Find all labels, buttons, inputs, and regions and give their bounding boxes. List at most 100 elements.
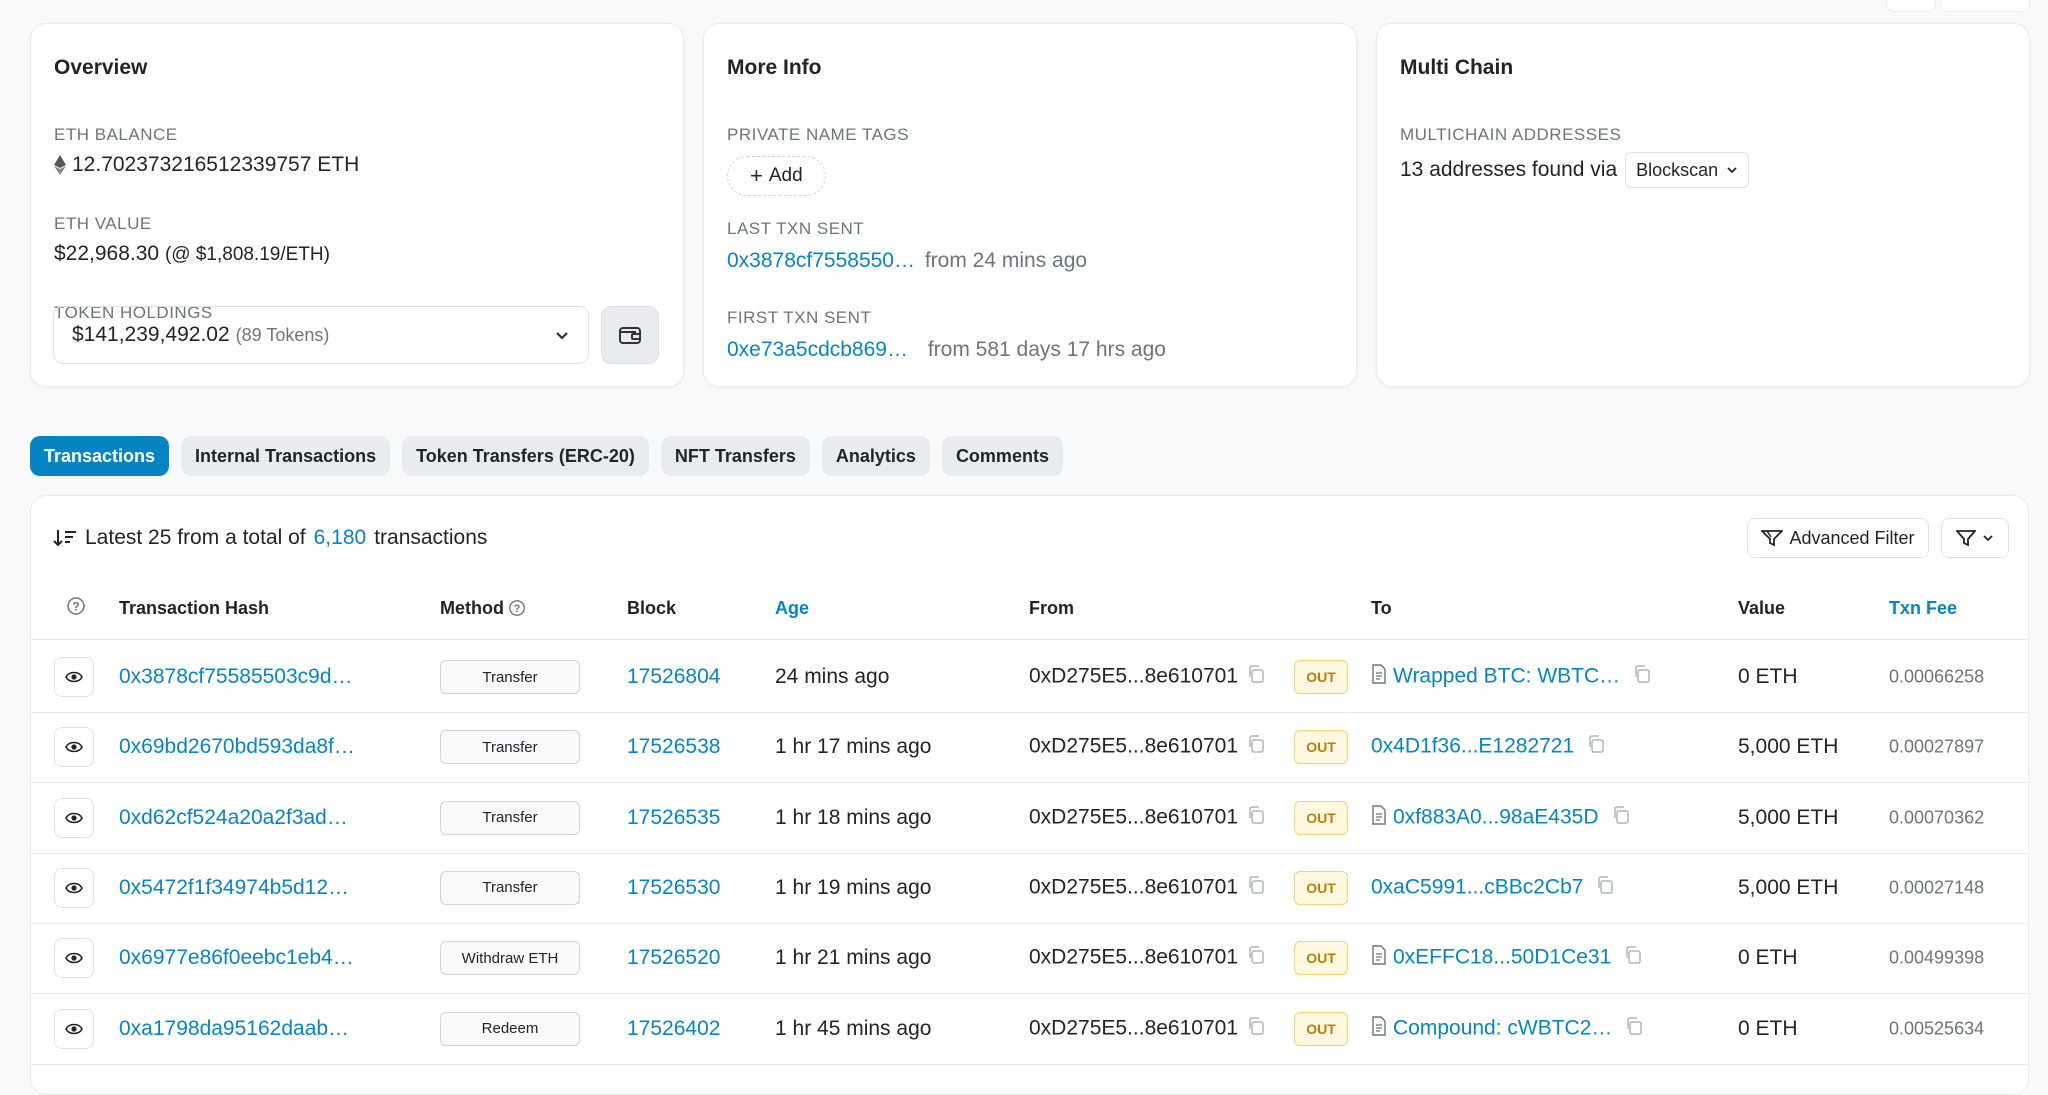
row-age: 24 mins ago: [775, 665, 890, 688]
row-txn-hash-link[interactable]: 0x3878cf75585503c9d…: [119, 665, 353, 689]
copy-icon[interactable]: [1246, 875, 1266, 901]
last-txn-label: LAST TXN SENT: [727, 219, 865, 238]
copy-icon[interactable]: [1632, 664, 1652, 690]
row-to-address-link[interactable]: 0xaC5991...cBBc2Cb7: [1371, 875, 1583, 898]
tab-transactions[interactable]: Transactions: [30, 436, 170, 476]
first-txn-row: 0xe73a5cdcb869… from 581 days 17 hrs ago: [727, 338, 1166, 362]
info-icon[interactable]: ?: [508, 599, 526, 617]
last-txn-hash-link[interactable]: 0x3878cf7558550…: [727, 249, 915, 272]
row-eye-button[interactable]: [54, 938, 94, 979]
tab-bar: Transactions Internal Transactions Token…: [30, 436, 1063, 476]
row-from-address[interactable]: 0xD275E5...8e610701: [1029, 875, 1238, 898]
row-block-link[interactable]: 17526530: [627, 876, 720, 900]
row-method-label: Redeem: [440, 1011, 580, 1046]
row-block-link[interactable]: 17526402: [627, 1017, 720, 1041]
token-holdings-value: $141,239,492.02: [72, 323, 230, 346]
advanced-filter-button[interactable]: Advanced Filter: [1747, 518, 1929, 558]
tab-token-transfers[interactable]: Token Transfers (ERC-20): [402, 436, 649, 476]
blockscan-dropdown[interactable]: Blockscan: [1625, 152, 1750, 188]
row-block-link[interactable]: 17526535: [627, 806, 720, 830]
tab-analytics[interactable]: Analytics: [821, 436, 930, 476]
top-icon-button[interactable]: [1886, 0, 1936, 12]
row-block-link[interactable]: 17526804: [627, 665, 720, 689]
col-block: Block: [627, 598, 677, 618]
row-to: 0x4D1f36...E1282721: [1371, 734, 1606, 760]
tab-nft-transfers[interactable]: NFT Transfers: [660, 436, 810, 476]
row-method-label: Transfer: [440, 730, 580, 765]
row-from-address[interactable]: 0xD275E5...8e610701: [1029, 946, 1238, 969]
row-method-badge: Transfer: [440, 730, 580, 765]
copy-icon[interactable]: [1624, 1016, 1644, 1042]
copy-icon[interactable]: [1246, 664, 1266, 690]
help-icon[interactable]: ?: [66, 596, 86, 622]
row-eye-button[interactable]: [54, 1008, 94, 1049]
row-method-label: Withdraw ETH: [440, 941, 580, 976]
row-eye-button[interactable]: [54, 797, 94, 838]
multichain-addresses-label: MULTICHAIN ADDRESSES: [1400, 125, 1622, 144]
row-txn-fee: 0.00525634: [1889, 1018, 1985, 1038]
summary-total-link[interactable]: 6,180: [314, 526, 367, 550]
row-to-address-link[interactable]: 0x4D1f36...E1282721: [1371, 735, 1574, 758]
top-menu-button[interactable]: [1940, 0, 2030, 12]
multichain-addresses-text: 13 addresses found via: [1400, 158, 1618, 181]
multichain-row: 13 addresses found via Blockscan: [1400, 152, 1750, 188]
row-to-address-link[interactable]: Compound: cWBTC2…: [1393, 1016, 1612, 1039]
row-txn-hash-link[interactable]: 0x6977e86f0eebc1eb4…: [119, 946, 354, 970]
copy-icon[interactable]: [1595, 875, 1615, 901]
row-txn-hash-link[interactable]: 0xd62cf524a20a2f3ad…: [119, 806, 348, 830]
row-from-address[interactable]: 0xD275E5...8e610701: [1029, 1016, 1238, 1039]
copy-icon[interactable]: [1246, 734, 1266, 760]
row-txn-hash-link[interactable]: 0xa1798da95162daab…: [119, 1017, 349, 1041]
tab-internal-transactions[interactable]: Internal Transactions: [181, 436, 391, 476]
copy-icon[interactable]: [1611, 805, 1631, 831]
copy-icon[interactable]: [1623, 945, 1643, 971]
table-header: ? Transaction Hash Method ? Block Age Fr…: [31, 596, 2028, 640]
copy-icon[interactable]: [1246, 1016, 1266, 1042]
more-info-card: More Info PRIVATE NAME TAGS + Add LAST T…: [703, 23, 1357, 387]
copy-icon[interactable]: [1246, 805, 1266, 831]
row-from-address[interactable]: 0xD275E5...8e610701: [1029, 665, 1238, 688]
add-tag-button[interactable]: + Add: [727, 156, 826, 196]
contract-icon: [1371, 1015, 1387, 1042]
row-eye-button[interactable]: [54, 727, 94, 768]
filter-dropdown-button[interactable]: [1941, 518, 2009, 558]
row-to-address-link[interactable]: 0xf883A0...98aE435D: [1393, 805, 1599, 828]
eye-icon: [65, 670, 83, 684]
eth-price: (@ $1,808.19/ETH): [164, 244, 330, 265]
svg-text:?: ?: [72, 600, 79, 614]
row-from: 0xD275E5...8e610701: [1029, 1016, 1266, 1042]
row-direction-label: OUT: [1294, 730, 1348, 765]
col-value: Value: [1738, 598, 1786, 618]
row-value: 0 ETH: [1738, 946, 1798, 970]
contract-icon: [1371, 664, 1387, 690]
overview-title: Overview: [54, 56, 148, 79]
row-to-address-link[interactable]: 0xEFFC18...50D1Ce31: [1393, 946, 1611, 969]
row-to-address-link[interactable]: Wrapped BTC: WBTC…: [1393, 665, 1620, 688]
tab-comments[interactable]: Comments: [941, 436, 1063, 476]
copy-icon[interactable]: [1586, 734, 1606, 760]
row-txn-hash-link[interactable]: 0x69bd2670bd593da8f…: [119, 735, 355, 759]
row-from-address[interactable]: 0xD275E5...8e610701: [1029, 735, 1238, 758]
first-txn-hash-link[interactable]: 0xe73a5cdcb869…: [727, 338, 908, 361]
first-txn-label: FIRST TXN SENT: [727, 308, 872, 327]
col-method-label: Method: [440, 598, 504, 618]
row-age: 1 hr 17 mins ago: [775, 735, 932, 759]
col-txn-fee-toggle[interactable]: Txn Fee: [1889, 596, 1957, 620]
row-txn-fee: 0.00027897: [1889, 736, 1985, 757]
row-txn-hash-link[interactable]: 0x5472f1f34974b5d12…: [119, 876, 349, 900]
eye-icon: [65, 740, 83, 754]
row-block-link[interactable]: 17526520: [627, 946, 720, 970]
transactions-summary: Latest 25 from a total of 6,180 transact…: [53, 526, 487, 550]
multi-chain-card: Multi Chain MULTICHAIN ADDRESSES 13 addr…: [1376, 23, 2030, 387]
svg-text:?: ?: [514, 603, 521, 615]
chevron-down-icon: [1727, 167, 1737, 174]
row-eye-button[interactable]: [54, 657, 94, 697]
token-holdings-dropdown[interactable]: $141,239,492.02 (89 Tokens): [53, 306, 589, 364]
row-block-link[interactable]: 17526538: [627, 735, 720, 759]
eth-balance-label: ETH BALANCE: [54, 125, 178, 144]
row-eye-button[interactable]: [54, 867, 94, 908]
row-from-address[interactable]: 0xD275E5...8e610701: [1029, 805, 1238, 828]
col-age-toggle[interactable]: Age: [775, 596, 809, 620]
wallet-button[interactable]: [601, 306, 659, 364]
copy-icon[interactable]: [1246, 945, 1266, 971]
